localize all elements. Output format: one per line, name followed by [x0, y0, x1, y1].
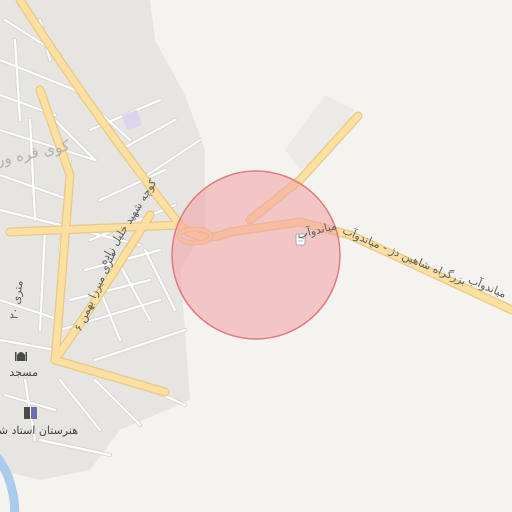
- highway-label-a: بزرگراه شاهین دژ - میاندوآب: [341, 223, 469, 288]
- map-canvas[interactable]: کوی قره ور میاندوآب بزرگراه شاهین دژ - م…: [0, 0, 512, 512]
- map-view[interactable]: کوی قره ور میاندوآب بزرگراه شاهین دژ - م…: [0, 0, 512, 512]
- poi-mosque-label: مسجد: [9, 366, 38, 379]
- highlight-circle[interactable]: [171, 170, 341, 340]
- poi-school-label: هنرستان استاد شه: [0, 424, 78, 437]
